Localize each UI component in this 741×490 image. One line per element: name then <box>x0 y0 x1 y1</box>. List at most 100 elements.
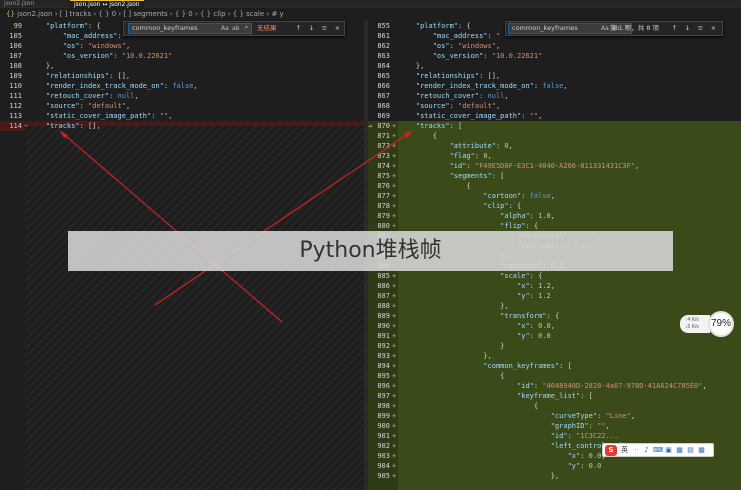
diff-marker: + <box>392 292 397 300</box>
code-line[interactable]: 112 "source": "default", <box>0 101 364 111</box>
code-line[interactable]: 886 "x": 1.2, + <box>368 281 741 291</box>
diff-marker: + <box>392 282 397 290</box>
line-number: 905 <box>377 472 390 480</box>
code-line[interactable]: 111 "retouch_cover": null, <box>0 91 364 101</box>
tab-json2[interactable]: json2.json <box>0 0 38 8</box>
code-line[interactable]: 879 "alpha": 1.0, + <box>368 211 741 221</box>
ime-keyboard-icon[interactable]: ⌨ <box>653 444 663 456</box>
code-line[interactable]: 905 }, + <box>368 471 741 481</box>
code-line[interactable]: 887 "y": 1.2 + <box>368 291 741 301</box>
code-line[interactable]: 107 "os_version": "10.0.22621" <box>0 51 364 61</box>
code-line[interactable]: 892 } + <box>368 341 741 351</box>
ime-menu-icon[interactable]: ▤ <box>686 444 695 456</box>
code-text: "y": 0.0 <box>567 462 602 470</box>
breadcrumb-item[interactable]: # y <box>271 10 283 18</box>
arrow-up-icon[interactable]: ↑ <box>294 22 303 35</box>
breadcrumb-item[interactable]: [ ] tracks <box>60 10 91 18</box>
code-text: "source": "default", <box>45 102 131 110</box>
code-line[interactable]: 114 "tracks": [], − <box>0 121 364 131</box>
code-line[interactable]: 876 {+ <box>368 181 741 191</box>
code-line[interactable]: 869 "static_cover_image_path": "", <box>368 111 741 121</box>
code-line[interactable]: 898 {+ <box>368 401 741 411</box>
breadcrumb-item[interactable]: [ ] segments <box>123 10 167 18</box>
code-line[interactable]: 109 "relationships": [], <box>0 71 364 81</box>
line-number: 112 <box>9 102 22 110</box>
close-icon[interactable]: × <box>709 22 718 35</box>
ime-logo-icon[interactable]: S <box>605 445 617 456</box>
whole-word-toggle[interactable]: ab <box>232 22 240 35</box>
breadcrumb-item[interactable]: json2.json <box>17 10 52 18</box>
tab-diff[interactable]: json.json ↔ json2.json <box>70 0 144 8</box>
regex-toggle[interactable]: .* <box>243 22 248 35</box>
line-number: 865 <box>377 72 390 80</box>
ime-skin-icon[interactable]: ▣ <box>664 444 673 456</box>
breadcrumb-item[interactable]: { } 0 <box>98 10 116 18</box>
code-line[interactable]: 864 }, <box>368 61 741 71</box>
code-line[interactable]: 870 "tracks": [+ <box>368 121 741 131</box>
code-line[interactable]: 894 "common_keyframes": [+ <box>368 361 741 371</box>
code-line[interactable]: 900 "graphID": "", + <box>368 421 741 431</box>
code-line[interactable]: 897 "keyframe_list": [+ <box>368 391 741 401</box>
ime-language-toggle[interactable]: 英 <box>620 444 629 456</box>
selection-icon[interactable]: ≡ <box>320 22 329 35</box>
line-number: 892 <box>377 342 390 350</box>
code-line[interactable]: 878 "clip": {+ <box>368 201 741 211</box>
code-line[interactable]: 877 "cartoon": false, + <box>368 191 741 201</box>
code-line[interactable]: 893 }, + <box>368 351 741 361</box>
code-line[interactable]: 867 "retouch_cover": null, <box>368 91 741 101</box>
code-line[interactable]: 899 "curveType": "Line", + <box>368 411 741 421</box>
breadcrumb-item[interactable]: { } scale <box>233 10 264 18</box>
code-text: "static_cover_image_path": "", <box>415 112 543 120</box>
code-line[interactable]: 108 }, <box>0 61 364 71</box>
code-line[interactable]: 868 "source": "default", <box>368 101 741 111</box>
code-line[interactable]: 895 {+ <box>368 371 741 381</box>
diff-marker: + <box>392 132 397 140</box>
code-line[interactable]: 106 "os": "windows", <box>0 41 364 51</box>
code-line[interactable]: 872 "attribute": 0, + <box>368 141 741 151</box>
code-line[interactable]: 871 {+ <box>368 131 741 141</box>
code-text: "mac_address": " <box>62 32 131 40</box>
line-number: 876 <box>377 182 390 190</box>
diff-marker: + <box>392 442 397 450</box>
diff-marker: + <box>392 172 397 180</box>
right-find-widget: common_keyframes Aa ab .* 第 1 项，共 8 项 ↑ … <box>505 21 723 36</box>
ime-punctuation-icon[interactable]: · <box>631 444 640 456</box>
diff-marker: + <box>392 212 397 220</box>
memory-usage-badge[interactable]: 79% <box>708 311 734 337</box>
code-line[interactable]: 896 "id": "4048940D-2828-4a67-978D-41A62… <box>368 381 741 391</box>
line-number: 861 <box>377 32 390 40</box>
code-line[interactable]: 880 "flip": {+ <box>368 221 741 231</box>
code-line[interactable]: 862 "os": "windows", <box>368 41 741 51</box>
ime-toolbox-icon[interactable]: ▦ <box>675 444 684 456</box>
match-case-toggle[interactable]: Aa <box>601 22 609 35</box>
selection-icon[interactable]: ≡ <box>696 22 705 35</box>
diff-marker: + <box>392 122 397 130</box>
code-line[interactable]: 904 "y": 0.0 + <box>368 461 741 471</box>
arrow-down-icon[interactable]: ↓ <box>683 22 692 35</box>
code-line[interactable]: 875 "segments": [+ <box>368 171 741 181</box>
line-number: 871 <box>377 132 390 140</box>
ime-toolbar[interactable]: S 英 · ♪ ⌨ ▣ ▦ ▤ ▦ <box>602 443 714 457</box>
arrow-down-icon[interactable]: ↓ <box>307 22 316 35</box>
code-line[interactable]: 873 "flag": 0, + <box>368 151 741 161</box>
code-line[interactable]: 865 "relationships": [], <box>368 71 741 81</box>
download-speed: ↓5 K/s <box>685 324 699 330</box>
breadcrumb-item[interactable]: { } 0 <box>175 10 193 18</box>
ime-grid-icon[interactable]: ▦ <box>697 444 706 456</box>
code-line[interactable]: 901 "id": "1C3C22... + <box>368 431 741 441</box>
arrow-up-icon[interactable]: ↑ <box>670 22 679 35</box>
code-line[interactable]: 113 "static_cover_image_path": "", <box>0 111 364 121</box>
code-text: }, <box>399 352 492 360</box>
code-line[interactable]: 874 "id": "F49E5D8F-E3C1-4040-A266-81133… <box>368 161 741 171</box>
ime-voice-icon[interactable]: ♪ <box>642 444 651 456</box>
line-number: 872 <box>377 142 390 150</box>
code-line[interactable]: 110 "render_index_track_mode_on": false, <box>0 81 364 91</box>
code-line[interactable]: 888 }, + <box>368 301 741 311</box>
close-icon[interactable]: × <box>333 22 342 35</box>
breadcrumb-item[interactable]: { } clip <box>200 10 226 18</box>
match-case-toggle[interactable]: Aa <box>221 22 229 35</box>
code-line[interactable]: 866 "render_index_track_mode_on": false, <box>368 81 741 91</box>
code-text: "relationships": [], <box>415 72 501 80</box>
code-line[interactable]: 863 "os_version": "10.0.22621" <box>368 51 741 61</box>
code-line[interactable]: 885 "scale": {+ <box>368 271 741 281</box>
